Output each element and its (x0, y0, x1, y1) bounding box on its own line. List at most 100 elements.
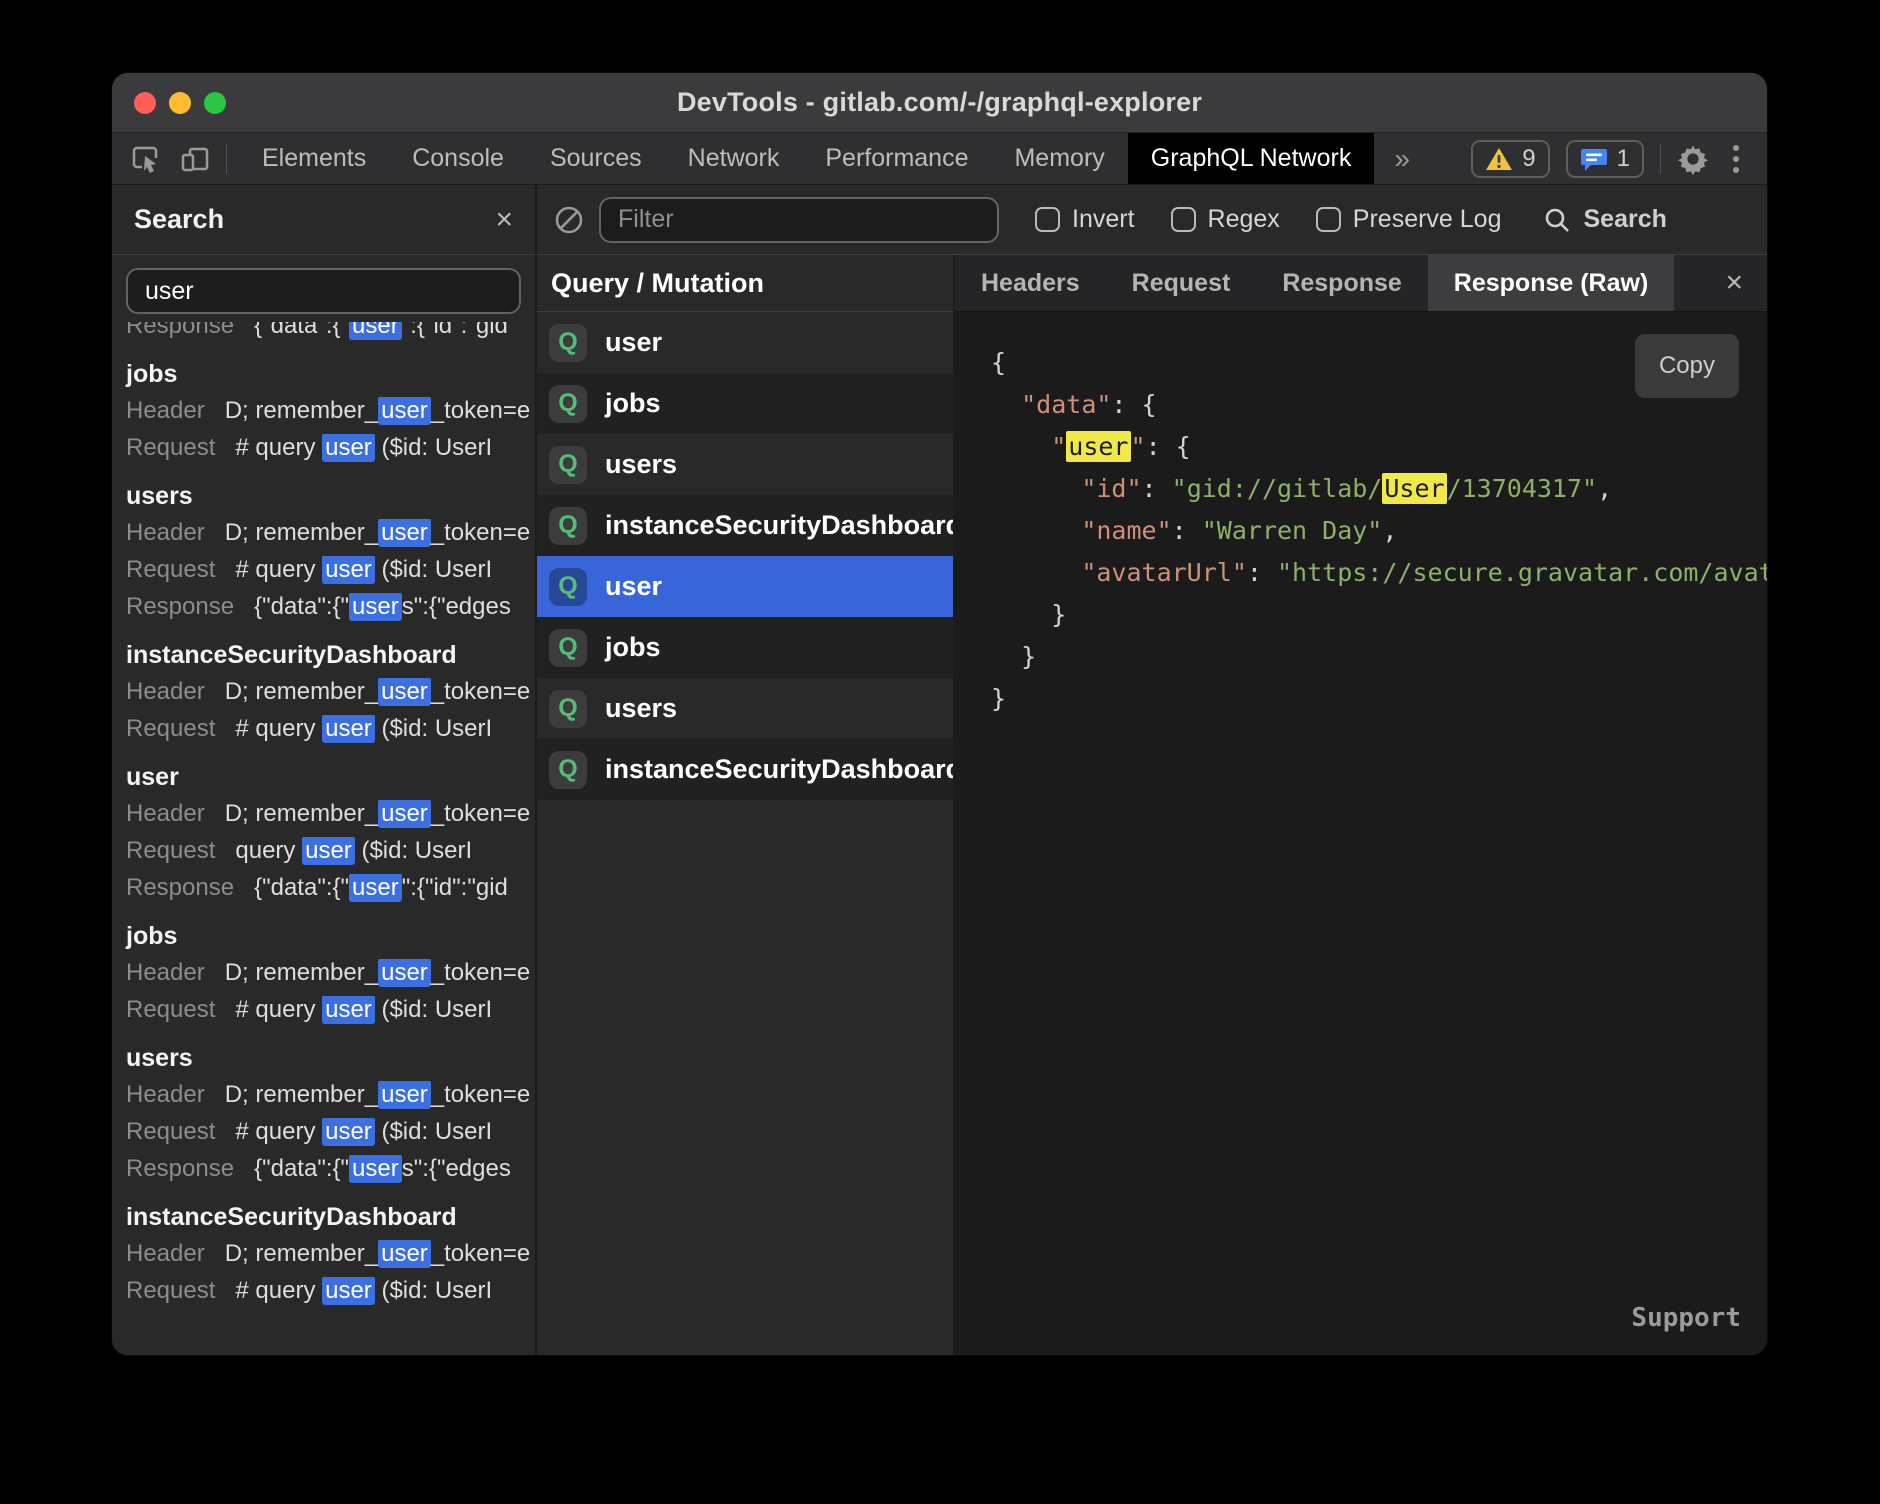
search-result-row[interactable]: HeaderD; remember_user_token=e (126, 514, 535, 551)
search-result-row[interactable]: Request# query user ($id: UserI (126, 991, 535, 1028)
search-result-label: Request (126, 1118, 215, 1146)
query-list-item-jobs[interactable]: Qjobs (537, 617, 953, 678)
query-list-item-instancesecuritydashboard[interactable]: QinstanceSecurityDashboard (537, 495, 953, 556)
query-list-item-users[interactable]: Qusers (537, 678, 953, 739)
search-result-row[interactable]: Response{"data":{"user":{"id":"gid (126, 322, 535, 344)
checkbox-regex[interactable]: Regex (1171, 205, 1280, 234)
search-result-group-title: jobs (126, 922, 535, 951)
query-list-item-user[interactable]: Quser (537, 556, 953, 617)
search-result-row[interactable]: Request # query user ($id: UserI (126, 1113, 535, 1150)
response-raw-view: Copy { "data": { "user": { "id": "gid://… (955, 312, 1767, 1355)
match-highlight: user (322, 996, 375, 1024)
search-result-group-title: instanceSecurityDashboard (126, 641, 535, 670)
match-highlight: user (378, 678, 431, 706)
match-highlight: user (378, 397, 431, 425)
detail-tab-headers[interactable]: Headers (955, 255, 1106, 311)
detail-tab-response[interactable]: Response (1256, 255, 1427, 311)
checkbox-box-regex[interactable] (1171, 207, 1196, 232)
search-result-row[interactable]: Request# query user ($id: UserI (126, 710, 535, 747)
checkbox-invert[interactable]: Invert (1035, 205, 1135, 234)
issue-count: 1 (1617, 145, 1630, 173)
more-tabs-button[interactable]: » (1374, 133, 1430, 184)
search-result-row[interactable]: HeaderD; remember_user_token=e (126, 1235, 535, 1272)
search-result-label: Request (126, 434, 215, 462)
support-link[interactable]: Support (1631, 1297, 1741, 1339)
search-result-label: Header (126, 800, 205, 828)
search-result-content: # query user ($id: UserI (235, 1118, 492, 1146)
search-result-row[interactable]: HeaderD; remember_user_token=e (126, 954, 535, 991)
tab-network[interactable]: Network (665, 133, 803, 184)
search-result-content: # query user ($id: UserI (235, 715, 492, 743)
search-result-content: # query user ($id: UserI (235, 556, 492, 584)
filter-input[interactable] (599, 197, 999, 243)
tab-graphql-network[interactable]: GraphQL Network (1128, 133, 1375, 184)
search-result-row[interactable]: HeaderD; remember_user_token=e (126, 673, 535, 710)
match-highlight: user (322, 434, 375, 462)
search-close-icon[interactable]: × (495, 205, 513, 235)
search-result-row[interactable]: HeaderD; remember_user_token=e (126, 392, 535, 429)
query-list-label: jobs (605, 388, 661, 419)
search-result-label: Request (126, 556, 215, 584)
console-warnings-button[interactable]: 9 (1471, 140, 1549, 178)
detail-close-icon[interactable]: × (1725, 255, 1767, 311)
search-result-content: {"data":{"user":{"id":"gid (254, 874, 508, 902)
search-result-row[interactable]: Request# query user ($id: UserI (126, 1272, 535, 1309)
search-result-group-title: user (126, 763, 535, 792)
toolbar-search-button[interactable]: Search (1542, 205, 1667, 235)
search-result-content: D; remember_user_token=e (225, 678, 530, 706)
search-result-label: Response (126, 874, 234, 902)
search-result-row[interactable]: Request # query user ($id: UserI (126, 551, 535, 588)
window-title: DevTools - gitlab.com/-/graphql-explorer (112, 87, 1767, 118)
checkbox-box-invert[interactable] (1035, 207, 1060, 232)
query-list-item-jobs[interactable]: Qjobs (537, 373, 953, 434)
network-toolbar: Invert Regex Preserve Log Search (537, 185, 1767, 255)
detail-tab-request[interactable]: Request (1106, 255, 1257, 311)
query-list-item-user[interactable]: Quser (537, 312, 953, 373)
issues-button[interactable]: 1 (1566, 140, 1644, 178)
search-result-row[interactable]: Request# query user ($id: UserI (126, 429, 535, 466)
checkbox-label-preserve-log: Preserve Log (1353, 205, 1502, 234)
tab-sources[interactable]: Sources (527, 133, 665, 184)
search-result-row[interactable]: Response{"data":{"users":{"edges (126, 1150, 535, 1187)
inspect-element-icon[interactable] (128, 142, 162, 176)
search-result-row[interactable]: HeaderD; remember_user_token=e (126, 795, 535, 832)
query-list-item-instancesecuritydashboard[interactable]: QinstanceSecurityDashboard (537, 739, 953, 800)
search-result-label: Header (126, 397, 205, 425)
settings-gear-icon[interactable] (1677, 143, 1709, 175)
search-result-label: Header (126, 1240, 205, 1268)
device-toolbar-icon[interactable] (178, 142, 212, 176)
search-result-label: Request (126, 837, 215, 865)
query-type-badge: Q (549, 446, 587, 484)
search-panel: Search × Response{"data":{"user":{"id":"… (112, 185, 537, 1355)
search-result-row[interactable]: Response{"data":{"users":{"edges (126, 588, 535, 625)
search-result-group-title: instanceSecurityDashboard (126, 1203, 535, 1232)
more-options-icon[interactable] (1725, 145, 1747, 173)
checkbox-box-preserve-log[interactable] (1316, 207, 1341, 232)
warning-icon (1485, 146, 1513, 172)
search-input[interactable] (126, 268, 521, 314)
tab-memory[interactable]: Memory (991, 133, 1127, 184)
copy-button[interactable]: Copy (1635, 334, 1739, 398)
detail-tab-response-raw[interactable]: Response (Raw) (1428, 255, 1674, 311)
match-highlight: user (378, 800, 431, 828)
match-highlight: user (322, 556, 375, 584)
search-result-label: Response (126, 593, 234, 621)
query-type-badge: Q (549, 385, 587, 423)
query-mutation-panel: Query / Mutation QuserQjobsQusersQinstan… (537, 255, 955, 1355)
search-result-row[interactable]: Response {"data":{"user":{"id":"gid (126, 869, 535, 906)
search-result-row[interactable]: Requestquery user ($id: UserI (126, 832, 535, 869)
query-type-badge: Q (549, 751, 587, 789)
badge-separator (1660, 144, 1661, 174)
tab-console[interactable]: Console (389, 133, 527, 184)
search-result-row[interactable]: HeaderD; remember_user_token=e (126, 1076, 535, 1113)
query-list-item-users[interactable]: Qusers (537, 434, 953, 495)
clear-log-icon[interactable] (553, 204, 585, 236)
search-result-label: Response (126, 1155, 234, 1183)
match-highlight: user (322, 1118, 375, 1146)
json-line: "id": "gid://gitlab/User/13704317", (991, 468, 1767, 510)
checkbox-preserve-log[interactable]: Preserve Log (1316, 205, 1502, 234)
tab-elements[interactable]: Elements (239, 133, 389, 184)
query-list-label: user (605, 327, 662, 358)
match-highlight: user (322, 715, 375, 743)
tab-performance[interactable]: Performance (802, 133, 991, 184)
